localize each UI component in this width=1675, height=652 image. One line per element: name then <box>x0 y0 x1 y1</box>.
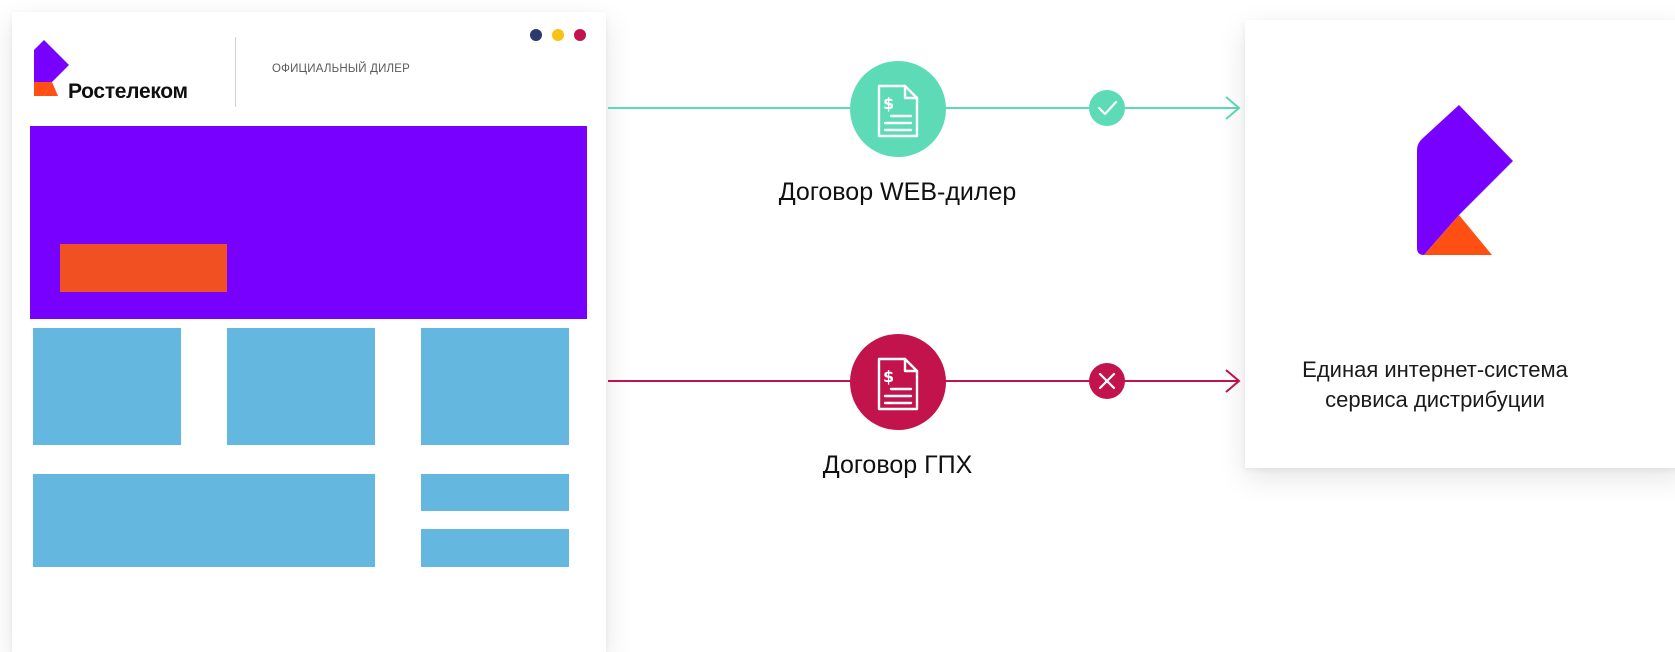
system-caption: Единая интернет-система сервиса дистрибу… <box>1302 357 1568 412</box>
svg-text:$: $ <box>883 367 894 386</box>
web-dealer-document-badge <box>850 61 946 157</box>
gph-document-badge <box>850 334 946 430</box>
svg-text:$: $ <box>883 94 894 113</box>
web-dealer-contract-label: Договор WEB-дилер <box>778 178 1017 206</box>
gph-contract-label: Договор ГПХ <box>822 451 973 479</box>
rostelecom-logo-mark-icon <box>1417 105 1513 255</box>
web-dealer-flow: $ <box>608 61 1241 157</box>
distribution-system-card: Единая интернет-система сервиса дистрибу… <box>1245 20 1675 468</box>
check-icon <box>1089 90 1125 126</box>
gph-flow: $ <box>608 334 1241 430</box>
